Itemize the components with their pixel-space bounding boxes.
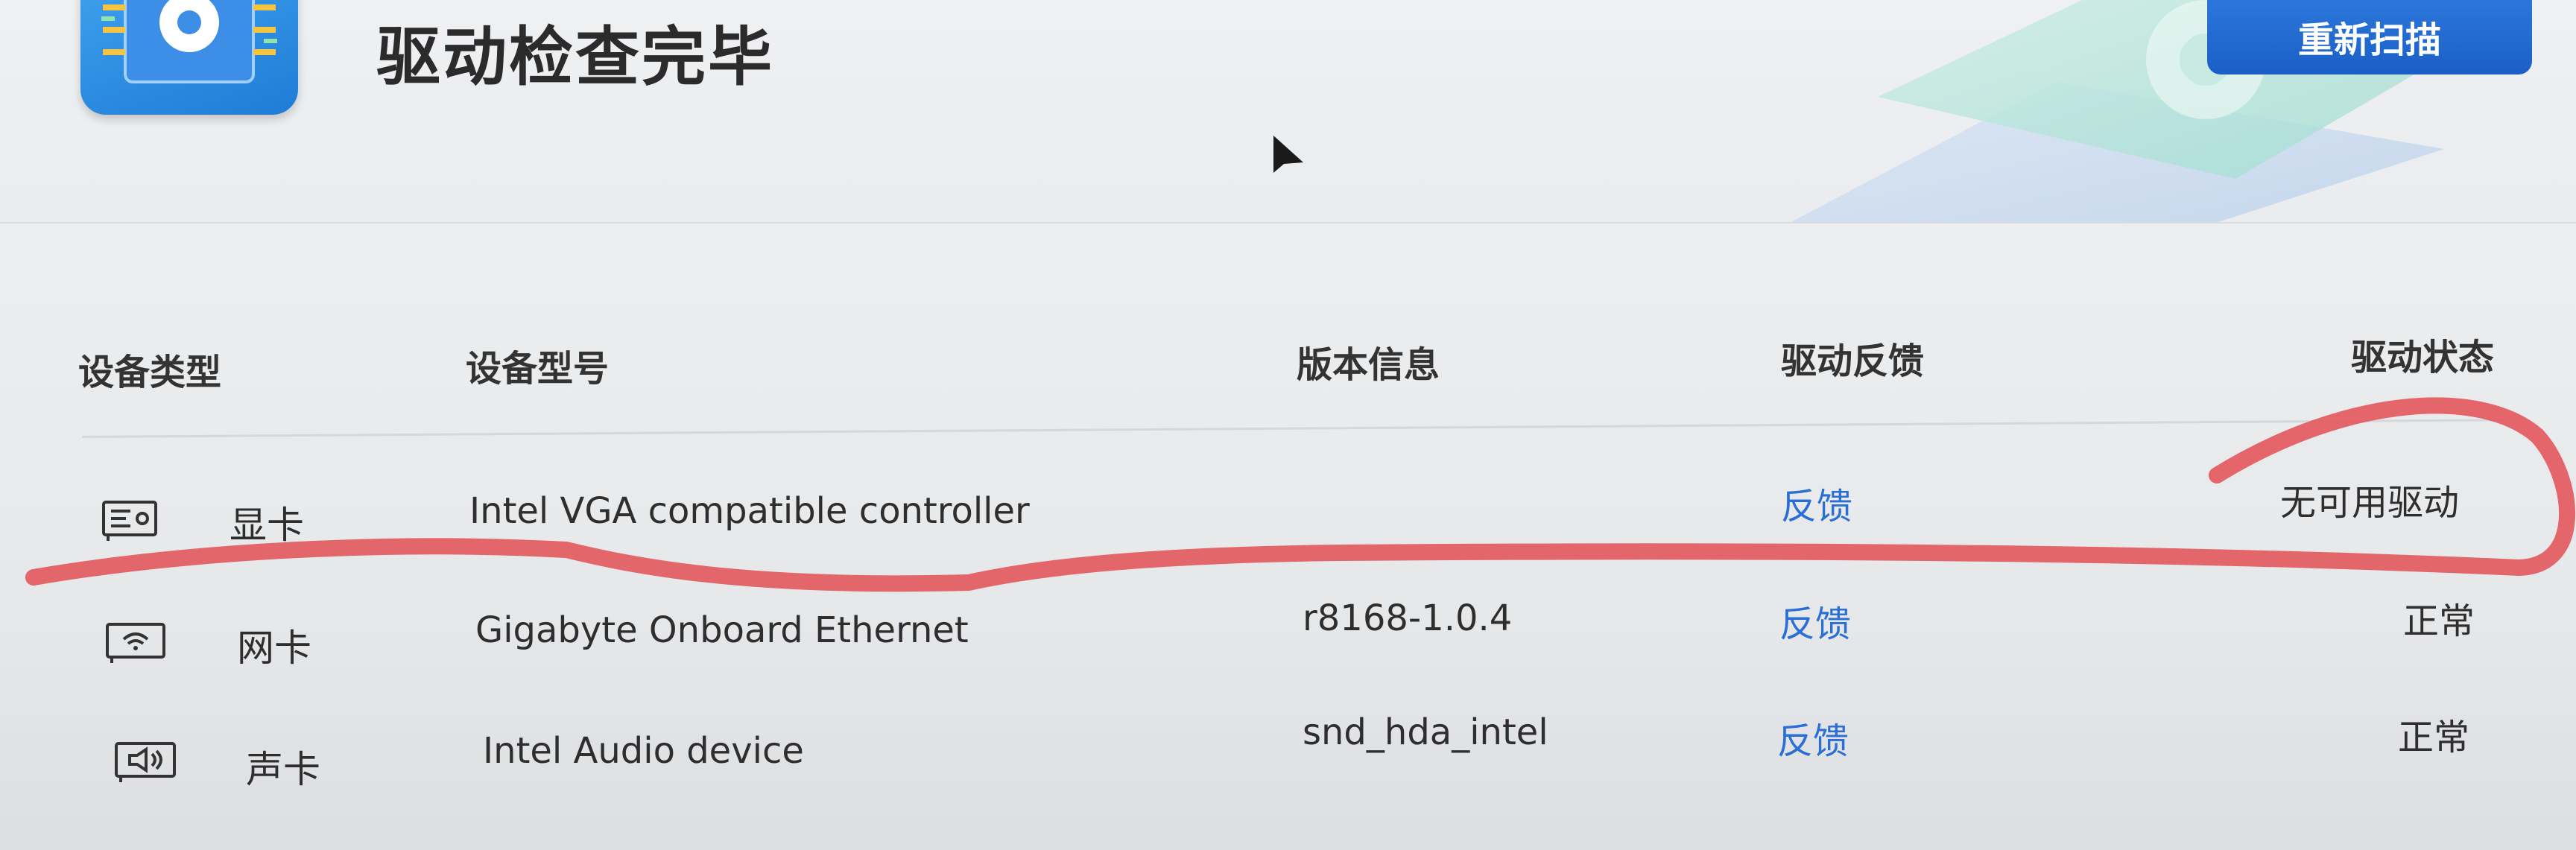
display-card-icon bbox=[102, 501, 157, 541]
rescan-button[interactable]: 重新扫描 bbox=[2207, 0, 2532, 74]
header-bar: 驱动检查完毕 重新扫描 bbox=[0, 0, 2576, 224]
version-info: snd_hda_intel bbox=[1303, 711, 1548, 753]
feedback-link[interactable]: 反馈 bbox=[1777, 711, 1849, 764]
app-logo bbox=[80, 0, 298, 115]
feedback-link[interactable]: 反馈 bbox=[1779, 594, 1851, 647]
column-header-version: 版本信息 bbox=[1297, 344, 1440, 386]
device-model: Gigabyte Onboard Ethernet bbox=[475, 609, 969, 651]
header-divider bbox=[81, 419, 2504, 438]
column-header-device-model: 设备型号 bbox=[466, 348, 610, 390]
version-info: r8168-1.0.4 bbox=[1303, 597, 1513, 639]
device-model: Intel Audio device bbox=[483, 730, 804, 772]
column-header-status: 驱动状态 bbox=[2351, 337, 2495, 378]
driver-status: 正常 bbox=[2403, 600, 2475, 642]
driver-status: 无可用驱动 bbox=[2280, 482, 2460, 524]
feedback-link[interactable]: 反馈 bbox=[1781, 477, 1852, 529]
sound-card-icon bbox=[115, 742, 176, 782]
device-model: Intel VGA compatible controller bbox=[469, 490, 1030, 532]
driver-table: 设备类型 设备型号 版本信息 驱动反馈 驱动状态 显卡 Intel VGA co… bbox=[0, 223, 2576, 850]
column-header-device-type: 设备类型 bbox=[78, 352, 222, 393]
column-header-feedback: 驱动反馈 bbox=[1781, 340, 1925, 382]
device-type-label: 网卡 bbox=[237, 627, 311, 670]
page-title: 驱动检查完毕 bbox=[376, 20, 774, 95]
mouse-cursor-icon bbox=[1273, 136, 1303, 173]
driver-status: 正常 bbox=[2398, 717, 2470, 758]
network-card-icon bbox=[106, 623, 165, 663]
device-type-label: 显卡 bbox=[230, 504, 304, 547]
device-type-label: 声卡 bbox=[246, 748, 320, 791]
